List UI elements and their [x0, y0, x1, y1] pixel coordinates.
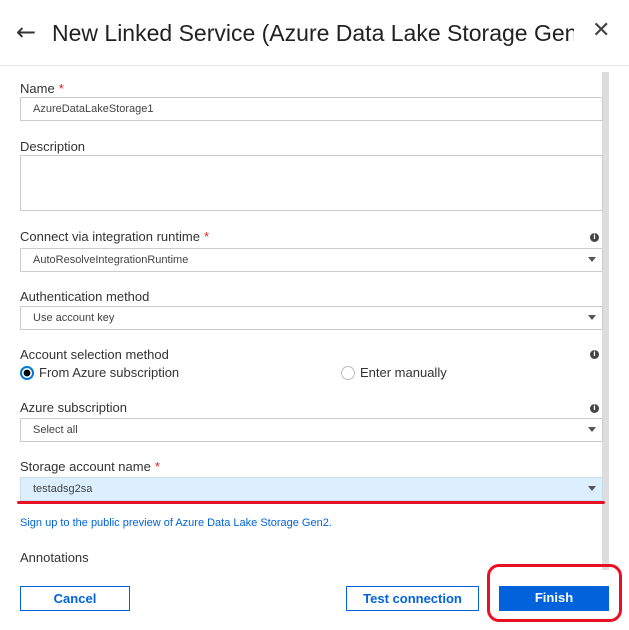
runtime-label: Connect via integration runtime *: [20, 229, 209, 244]
subscription-value: Select all: [33, 424, 78, 436]
close-icon[interactable]: ✕: [592, 18, 610, 43]
annotations-label: Annotations: [20, 550, 89, 565]
info-icon[interactable]: i: [590, 404, 599, 413]
cancel-button[interactable]: Cancel: [20, 586, 130, 611]
radio-enter-manually[interactable]: Enter manually: [341, 365, 447, 380]
auth-value: Use account key: [33, 312, 115, 324]
chevron-down-icon: [588, 427, 596, 432]
test-connection-button[interactable]: Test connection: [346, 586, 479, 611]
name-label: Name *: [20, 81, 64, 96]
radio-unselected-icon: [341, 365, 355, 380]
info-icon[interactable]: i: [590, 233, 599, 242]
storage-label: Storage account name *: [20, 459, 160, 474]
subscription-select[interactable]: Select all: [20, 418, 603, 442]
highlight-underline: [17, 501, 605, 504]
description-textarea[interactable]: [20, 155, 603, 211]
storage-value: testadsg2sa: [33, 483, 93, 495]
radio-label: Enter manually: [360, 365, 447, 380]
storage-select[interactable]: testadsg2sa: [20, 477, 603, 501]
account-selection-label: Account selection method: [20, 347, 169, 362]
auth-label: Authentication method: [20, 289, 150, 304]
runtime-select[interactable]: AutoResolveIntegrationRuntime: [20, 248, 603, 272]
auth-select[interactable]: Use account key: [20, 306, 603, 330]
info-icon[interactable]: i: [590, 350, 599, 359]
chevron-down-icon: [588, 486, 596, 491]
chevron-down-icon: [588, 257, 596, 262]
back-arrow-icon[interactable]: ←: [16, 18, 36, 46]
description-label: Description: [20, 139, 86, 154]
gen2-preview-link[interactable]: Sign up to the public preview of Azure D…: [20, 517, 332, 529]
radio-label: From Azure subscription: [39, 365, 180, 380]
name-input[interactable]: AzureDataLakeStorage1: [20, 97, 603, 121]
radio-from-subscription[interactable]: From Azure subscription: [20, 365, 179, 380]
header-divider: [0, 65, 629, 66]
radio-selected-icon: [20, 365, 34, 380]
runtime-value: AutoResolveIntegrationRuntime: [33, 254, 189, 266]
scrollbar[interactable]: [602, 72, 609, 570]
subscription-label: Azure subscription: [20, 400, 127, 415]
page-title: New Linked Service (Azure Data Lake Stor…: [52, 20, 574, 46]
chevron-down-icon: [588, 315, 596, 320]
highlight-box: [487, 564, 622, 622]
